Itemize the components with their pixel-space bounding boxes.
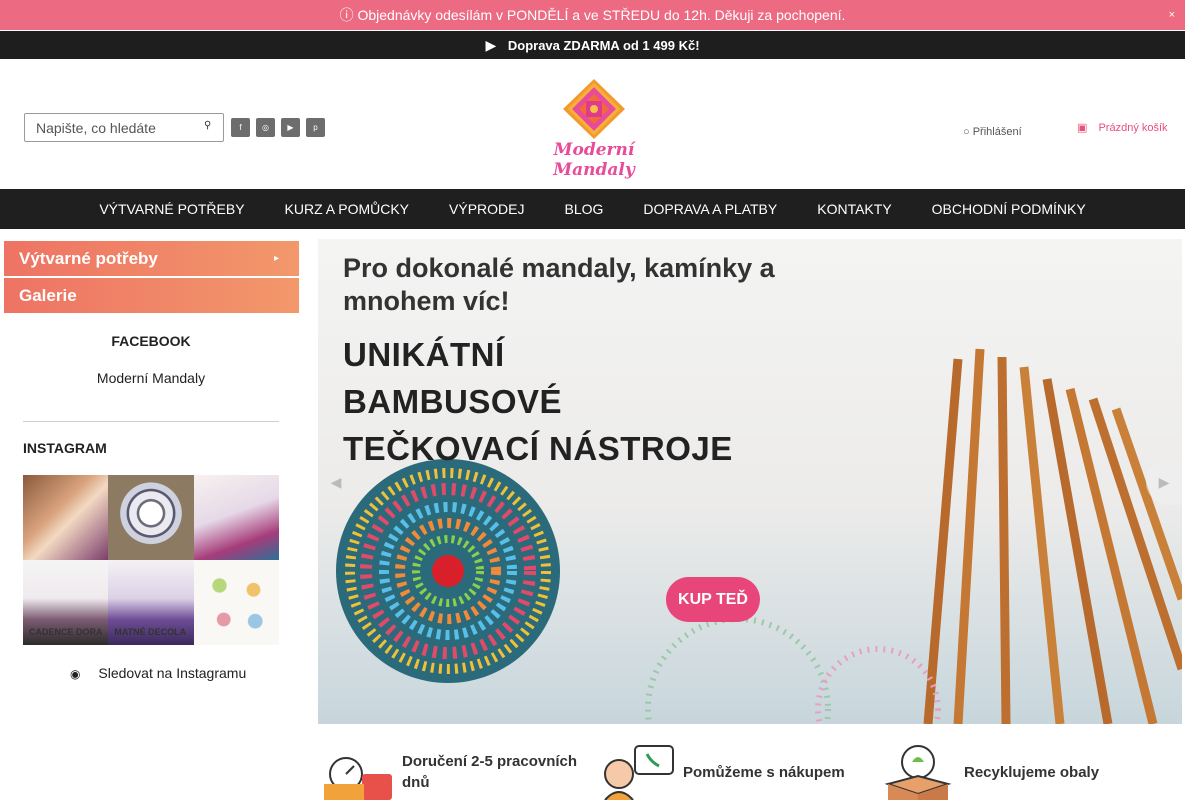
announcement-text: Objednávky odesílám v PONDĚLÍ a ve STŘED…: [357, 7, 846, 23]
nav-item-obchodni-podminky[interactable]: OBCHODNÍ PODMÍNKY: [932, 201, 1086, 217]
nav-item-vyprodej[interactable]: VÝPRODEJ: [449, 201, 524, 217]
main-navigation: VÝTVARNÉ POTŘEBY KURZ A POMŮCKY VÝPRODEJ…: [0, 189, 1185, 229]
chevron-right-icon: ▸: [273, 253, 279, 264]
facebook-page-link[interactable]: Moderní Mandaly: [24, 370, 278, 386]
post-caption: MATNÉ DECOLA: [114, 626, 187, 637]
headline-line: mnohem víc!: [343, 286, 510, 316]
shipping-text: Doprava ZDARMA od 1 499 Kč!: [507, 38, 700, 53]
category-label: Výtvarné potřeby: [19, 249, 158, 268]
youtube-icon[interactable]: ▶: [281, 118, 300, 137]
sidebar-divider: [23, 421, 279, 422]
title-line: TEČKOVACÍ NÁSTROJE: [343, 430, 733, 467]
instagram-follow-link[interactable]: ◉ Sledovat na Instagramu: [70, 665, 246, 681]
shipping-bar: ▶ Doprava ZDARMA od 1 499 Kč!: [0, 31, 1185, 59]
recycle-box-icon: [880, 744, 956, 800]
feature-label: Doručení 2-5 pracovních dnů: [402, 753, 578, 791]
instagram-post[interactable]: [23, 475, 109, 560]
nav-item-kontakty[interactable]: KONTAKTY: [817, 201, 891, 217]
hero-banner[interactable]: Pro dokonalé mandaly, kamínky a mnohem v…: [318, 239, 1182, 724]
search-icon[interactable]: ⚲: [204, 120, 214, 132]
login-link[interactable]: ○ Přihlášení: [963, 126, 1022, 138]
nav-item-vytvarne-potreby[interactable]: VÝTVARNÉ POTŘEBY: [99, 201, 244, 217]
category-label: Galerie: [19, 286, 77, 305]
announcement-bar: ⓘ Objednávky odesílám v PONDĚLÍ a ve STŘ…: [0, 0, 1185, 30]
feature-label: Pomůžeme s nákupem: [683, 763, 845, 781]
login-label: Přihlášení: [972, 126, 1022, 138]
sidebar-category-vytvarne-potreby[interactable]: Výtvarné potřeby ▸: [4, 241, 299, 276]
support-agent-icon: [599, 744, 675, 801]
mandala-logo-icon: [563, 79, 625, 139]
info-icon: ⓘ: [339, 7, 354, 23]
instagram-post[interactable]: [193, 475, 279, 560]
instagram-icon: ◉: [70, 667, 81, 681]
delivery-truck-icon: [318, 744, 394, 800]
close-icon[interactable]: ×: [1169, 0, 1175, 30]
cart-link[interactable]: ▣ Prázdný košík: [1077, 121, 1168, 134]
nav-item-kurz-a-pomucky[interactable]: KURZ A POMŮCKY: [285, 201, 409, 217]
facebook-heading: FACEBOOK: [111, 333, 191, 349]
search-box: ⚲: [24, 113, 224, 142]
truck-icon: ▶: [485, 37, 497, 53]
instagram-post[interactable]: [108, 475, 194, 560]
title-line: BAMBUSOVÉ: [343, 383, 563, 420]
instagram-post[interactable]: [193, 560, 279, 645]
search-input[interactable]: [25, 114, 195, 141]
nav-item-blog[interactable]: BLOG: [564, 201, 603, 217]
headline-line: Pro dokonalé mandaly, kamínky a: [343, 253, 775, 283]
instagram-post[interactable]: CADENCE DORA: [23, 560, 109, 645]
social-links: f ◎ ▶ p: [231, 118, 325, 137]
instagram-icon[interactable]: ◎: [256, 118, 275, 137]
facebook-icon[interactable]: f: [231, 118, 250, 137]
nav-item-doprava-a-platby[interactable]: DOPRAVA A PLATBY: [643, 201, 777, 217]
instagram-post[interactable]: MATNÉ DECOLA: [108, 560, 194, 645]
banner-title: UNIKÁTNÍ BAMBUSOVÉ TEČKOVACÍ NÁSTROJE: [343, 331, 733, 472]
feature-label: Recyklujeme obaly: [964, 763, 1100, 781]
banner-headline: Pro dokonalé mandaly, kamínky a mnohem v…: [343, 252, 775, 318]
cart-label: Prázdný košík: [1098, 122, 1168, 134]
feature-recycle: Recyklujeme obaly: [880, 744, 1160, 800]
user-icon: ○: [963, 126, 970, 138]
feature-support: Pomůžeme s nákupem: [599, 744, 879, 801]
pinterest-icon[interactable]: p: [306, 118, 325, 137]
instagram-heading: INSTAGRAM: [23, 440, 107, 456]
cart-icon: ▣: [1077, 122, 1088, 134]
post-caption: CADENCE DORA: [29, 626, 103, 637]
sidebar-category-galerie[interactable]: Galerie: [4, 278, 299, 313]
carousel-prev-icon[interactable]: ◀: [318, 459, 354, 505]
logo-text: Moderní Mandaly: [553, 140, 635, 180]
instagram-feed: CADENCE DORA MATNÉ DECOLA: [23, 475, 279, 645]
title-line: UNIKÁTNÍ: [343, 336, 505, 373]
feature-delivery: Doručení 2-5 pracovních dnů: [318, 744, 598, 800]
buy-now-button[interactable]: KUP TEĎ: [666, 577, 760, 622]
site-logo[interactable]: Moderní Mandaly: [524, 78, 664, 180]
follow-label: Sledovat na Instagramu: [98, 665, 247, 681]
